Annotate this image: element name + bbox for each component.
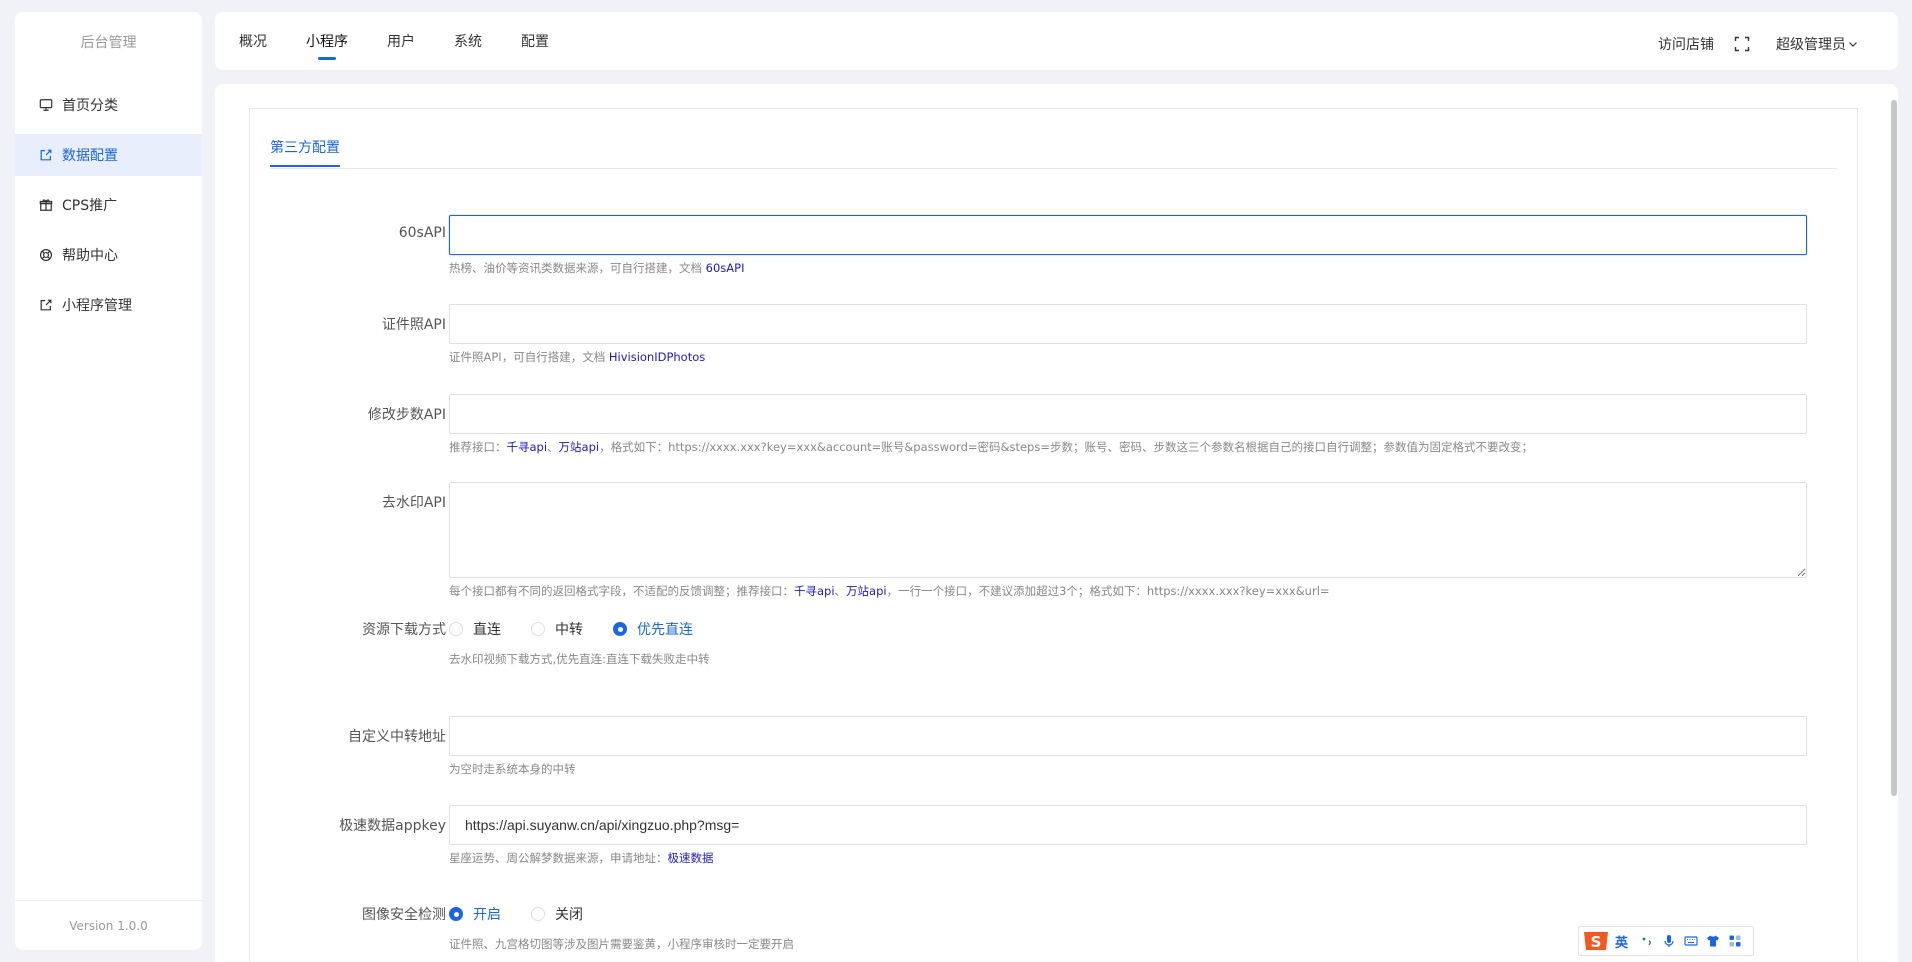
help-text: 每个接口都有不同的返回格式字段，不适配的反馈调整；推荐接口：千寻api、万站ap… bbox=[449, 584, 1330, 598]
top-bar: 概况 小程序 用户 系统 配置 访问店铺 超级管理员 bbox=[215, 12, 1898, 70]
link-qianxun-api[interactable]: 千寻api bbox=[794, 584, 835, 598]
keyboard-icon[interactable] bbox=[1680, 931, 1702, 951]
ime-toolbar: S 英 bbox=[1578, 926, 1754, 956]
radio-circle bbox=[531, 622, 545, 636]
field-label: 自定义中转地址 bbox=[348, 729, 446, 745]
tab-third-party-config[interactable]: 第三方配置 bbox=[270, 137, 340, 167]
sidebar-brand: 后台管理 bbox=[80, 35, 137, 51]
radio-prefer-direct[interactable]: 优先直连 bbox=[613, 619, 693, 639]
link-qianxun-api[interactable]: 千寻api bbox=[507, 440, 548, 454]
sidebar-item-help[interactable]: 帮助中心 bbox=[15, 234, 202, 276]
section-tabs: 第三方配置 bbox=[270, 137, 1837, 169]
help-text: 星座运势、周公解梦数据来源，申请地址：极速数据 bbox=[449, 851, 714, 865]
sidebar: 后台管理 首页分类 数据配置 CPS推广 帮助中心 小程序管理 Version … bbox=[15, 12, 202, 950]
help-text: 证件照API，可自行搭建，文档 HivisionIDPhotos bbox=[449, 350, 706, 364]
doc-link-60sapi[interactable]: 60sAPI bbox=[706, 261, 745, 275]
field-label: 修改步数API bbox=[367, 407, 446, 423]
radio-enable[interactable]: 开启 bbox=[449, 904, 501, 924]
microphone-icon[interactable] bbox=[1658, 931, 1680, 951]
help-text: 证件照、九宫格切图等涉及图片需要鉴黄，小程序审核时一定要开启 bbox=[449, 937, 794, 951]
tab-overview[interactable]: 概况 bbox=[239, 12, 267, 70]
tab-config[interactable]: 配置 bbox=[521, 12, 549, 70]
top-tabs: 概况 小程序 用户 系统 配置 bbox=[239, 12, 588, 70]
external-link-icon bbox=[39, 298, 53, 312]
sidebar-item-label: 数据配置 bbox=[62, 148, 118, 164]
punctuation-icon[interactable] bbox=[1636, 931, 1658, 951]
sidebar-item-label: 小程序管理 bbox=[62, 298, 132, 314]
sidebar-item-home-category[interactable]: 首页分类 bbox=[15, 84, 202, 126]
help-text: 推荐接口：千寻api、万站api，格式如下：https://xxxx.xxx?k… bbox=[449, 440, 1533, 454]
field-label: 60sAPI bbox=[398, 225, 446, 241]
tab-system[interactable]: 系统 bbox=[454, 12, 482, 70]
sogou-logo-icon[interactable]: S bbox=[1581, 928, 1611, 954]
radio-circle bbox=[449, 907, 463, 921]
tab-users[interactable]: 用户 bbox=[387, 12, 415, 70]
external-link-icon bbox=[39, 148, 53, 162]
gift-icon bbox=[39, 198, 53, 212]
link-wanzhan-api[interactable]: 万站api bbox=[846, 584, 887, 598]
sidebar-menu: 首页分类 数据配置 CPS推广 帮助中心 小程序管理 bbox=[15, 84, 202, 326]
sidebar-item-label: 首页分类 bbox=[62, 98, 118, 114]
skin-shirt-icon[interactable] bbox=[1702, 931, 1724, 951]
field-label: 证件照API bbox=[381, 317, 446, 333]
radio-circle bbox=[449, 622, 463, 636]
fullscreen-icon[interactable] bbox=[1734, 36, 1750, 52]
sidebar-item-cps[interactable]: CPS推广 bbox=[15, 184, 202, 226]
relay-url-input[interactable] bbox=[449, 716, 1807, 756]
help-text: 去水印视频下载方式,优先直连:直连下载失败走中转 bbox=[449, 652, 710, 666]
steps-api-input[interactable] bbox=[449, 394, 1807, 434]
field-label: 极速数据appkey bbox=[339, 818, 446, 834]
top-right-actions: 访问店铺 超级管理员 bbox=[1658, 12, 1858, 76]
ime-language[interactable]: 英 bbox=[1615, 932, 1628, 951]
api60s-input[interactable] bbox=[449, 215, 1807, 255]
lifebuoy-icon bbox=[39, 248, 53, 262]
idphoto-api-input[interactable] bbox=[449, 304, 1807, 344]
link-jisu-data[interactable]: 极速数据 bbox=[668, 851, 714, 865]
monitor-icon bbox=[39, 98, 53, 112]
radio-relay[interactable]: 中转 bbox=[531, 619, 583, 639]
field-label: 图像安全检测 bbox=[362, 907, 446, 923]
jisu-appkey-input[interactable] bbox=[449, 805, 1807, 845]
main-content: 第三方配置 60sAPI 热榜、油价等资讯类数据来源，可自行搭建，文档 60sA… bbox=[215, 84, 1898, 962]
radio-circle bbox=[613, 622, 627, 636]
scrollbar-thumb[interactable] bbox=[1891, 100, 1897, 796]
sidebar-item-miniapp[interactable]: 小程序管理 bbox=[15, 284, 202, 326]
field-label: 资源下载方式 bbox=[362, 622, 446, 638]
chevron-down-icon bbox=[1849, 42, 1857, 47]
toolbox-grid-icon[interactable] bbox=[1724, 931, 1746, 951]
scrollbar[interactable] bbox=[1890, 100, 1898, 880]
image-safety-radio-group: 开启 关闭 bbox=[449, 904, 613, 924]
radio-disable[interactable]: 关闭 bbox=[531, 904, 583, 924]
sidebar-item-label: 帮助中心 bbox=[62, 248, 118, 264]
field-label: 去水印API bbox=[381, 495, 446, 511]
version-label: Version 1.0.0 bbox=[15, 900, 202, 950]
doc-link-hivision[interactable]: HivisionIDPhotos bbox=[609, 350, 705, 364]
config-panel: 第三方配置 60sAPI 热榜、油价等资讯类数据来源，可自行搭建，文档 60sA… bbox=[249, 108, 1858, 962]
sidebar-item-label: CPS推广 bbox=[62, 198, 118, 214]
sidebar-item-data-config[interactable]: 数据配置 bbox=[15, 134, 202, 176]
help-text: 热榜、油价等资讯类数据来源，可自行搭建，文档 60sAPI bbox=[449, 261, 745, 275]
radio-direct[interactable]: 直连 bbox=[449, 619, 501, 639]
tab-miniprogram[interactable]: 小程序 bbox=[306, 12, 348, 70]
radio-circle bbox=[531, 907, 545, 921]
link-wanzhan-api[interactable]: 万站api bbox=[559, 440, 600, 454]
watermark-api-textarea[interactable] bbox=[449, 482, 1807, 578]
download-mode-radio-group: 直连 中转 优先直连 bbox=[449, 619, 723, 639]
svg-text:S: S bbox=[1591, 933, 1602, 951]
admin-dropdown[interactable]: 超级管理员 bbox=[1776, 34, 1858, 54]
visit-store-link[interactable]: 访问店铺 bbox=[1658, 34, 1714, 54]
admin-name: 超级管理员 bbox=[1776, 37, 1846, 53]
help-text: 为空时走系统本身的中转 bbox=[449, 762, 576, 776]
